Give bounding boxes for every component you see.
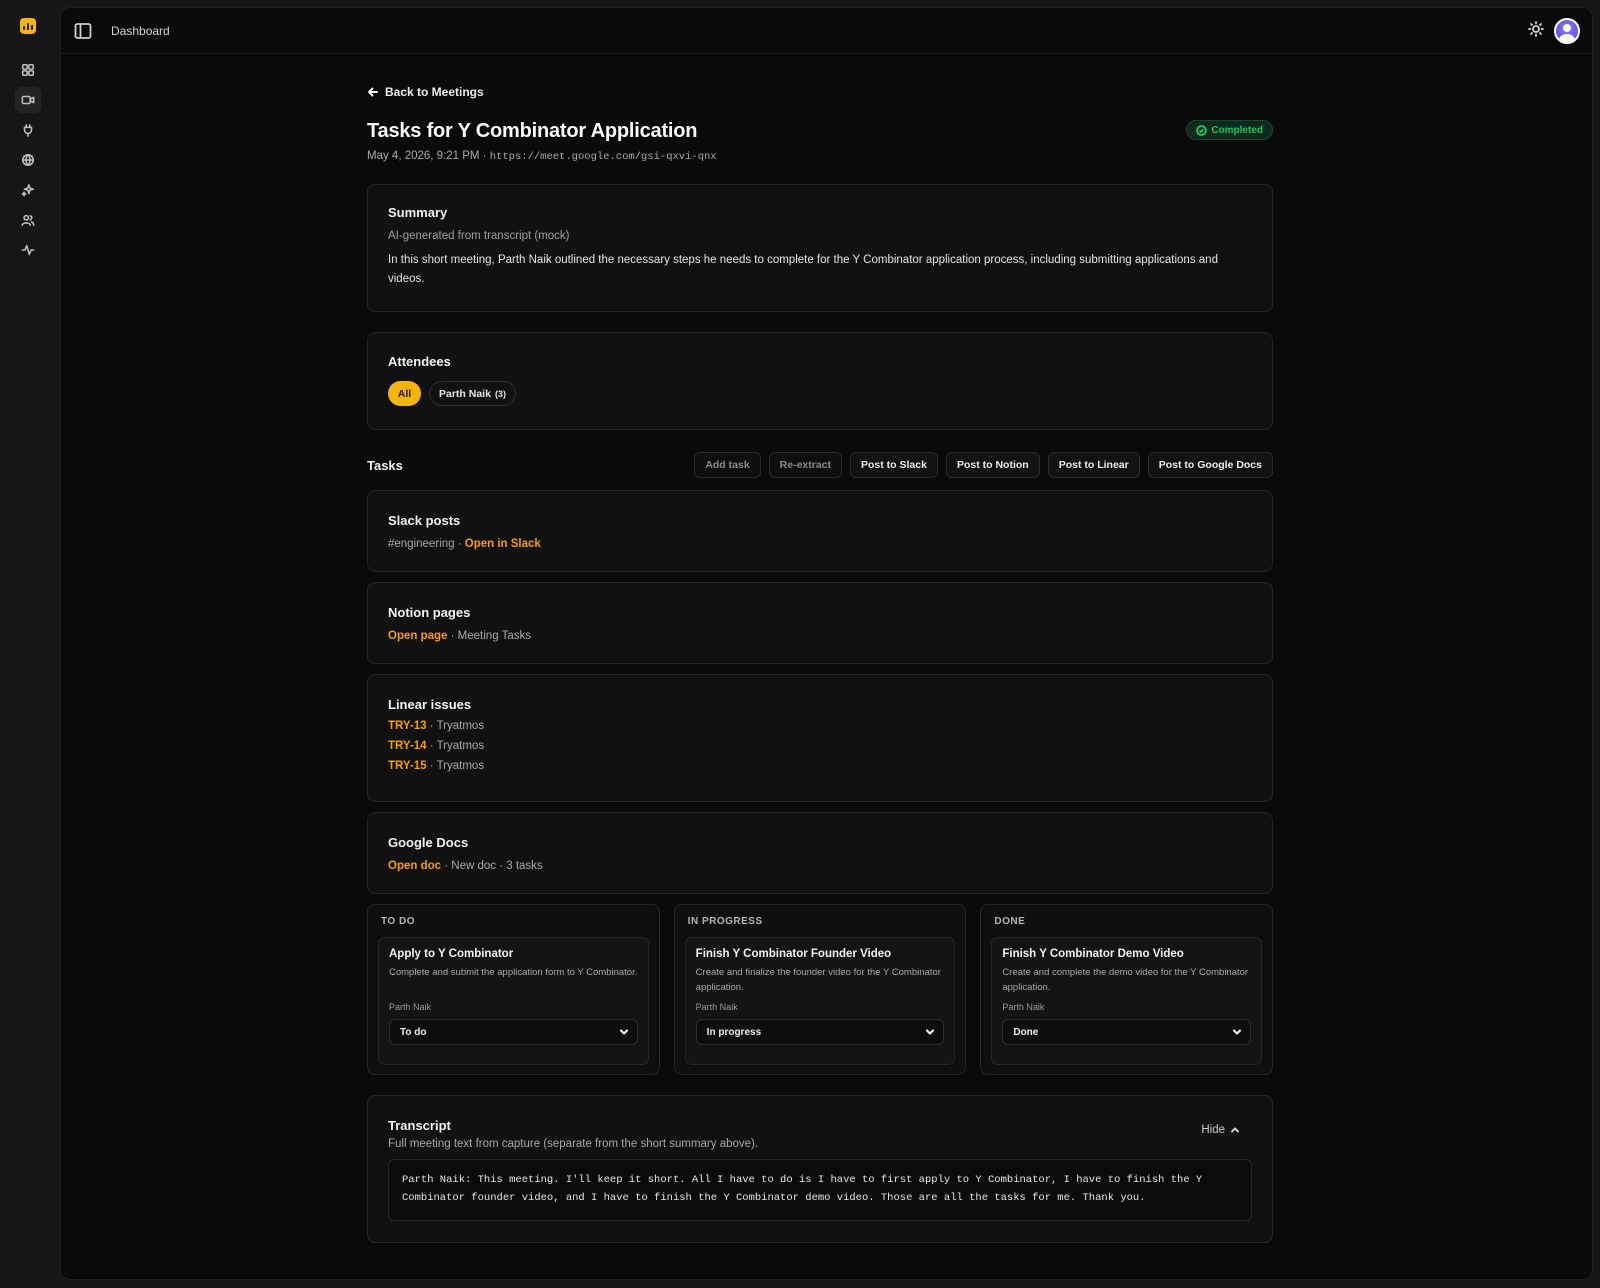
check-circle-icon (1196, 124, 1208, 136)
attendee-filter-all[interactable]: All (388, 381, 421, 406)
task-card[interactable]: Finish Y Combinator Founder Video Create… (684, 937, 956, 1065)
icon-rail (0, 0, 56, 1288)
app-logo-icon[interactable] (20, 18, 36, 34)
meeting-datetime: May 4, 2026, 9:21 PM (367, 150, 480, 162)
linear-issue-link[interactable]: TRY-14 (388, 740, 427, 752)
transcript-card: Transcript Full meeting text from captur… (367, 1095, 1273, 1243)
linear-issues-heading: Linear issues (388, 697, 472, 712)
post-to-notion-button[interactable]: Post to Notion (945, 452, 1040, 478)
plug-icon[interactable] (15, 117, 41, 143)
notion-pages-heading: Notion pages (388, 605, 471, 620)
task-card[interactable]: Finish Y Combinator Demo Video Create an… (991, 937, 1263, 1065)
post-to-google-docs-button[interactable]: Post to Google Docs (1147, 452, 1273, 478)
tasks-heading: Tasks (367, 458, 403, 473)
column-header: TO DO (381, 916, 415, 927)
linear-issue-link[interactable]: TRY-13 (388, 720, 427, 732)
post-to-slack-button[interactable]: Post to Slack (850, 452, 938, 478)
column-in-progress: IN PROGRESS Finish Y Combinator Founder … (673, 904, 967, 1075)
chevron-down-icon (926, 1029, 935, 1035)
chevron-up-icon (1231, 1127, 1239, 1133)
meta-separator: · (482, 150, 487, 162)
globe-icon[interactable] (15, 147, 41, 173)
hide-transcript-button[interactable]: Hide (1201, 1124, 1240, 1136)
attendees-card: Attendees All Parth Naik (3) (367, 332, 1273, 430)
summary-body: In this short meeting, Parth Naik outlin… (388, 254, 1218, 285)
column-header: IN PROGRESS (687, 916, 763, 927)
task-description: Create and finalize the founder video fo… (695, 967, 941, 993)
summary-heading: Summary (388, 205, 448, 220)
task-title: Finish Y Combinator Demo Video (1002, 948, 1184, 960)
task-status-select[interactable]: Done (1002, 1019, 1252, 1045)
meeting-meta: May 4, 2026, 9:21 PM · https://meet.goog… (367, 150, 1273, 163)
linear-issue-link[interactable]: TRY-15 (388, 760, 427, 772)
column-done: DONE Finish Y Combinator Demo Video Crea… (980, 904, 1274, 1075)
dashboard-grid-icon[interactable] (15, 57, 41, 83)
column-to-do: TO DO Apply to Y Combinator Complete and… (367, 904, 660, 1075)
notion-page-name: Meeting Tasks (457, 630, 531, 642)
meeting-content: Back to Meetings Tasks for Y Combinator … (367, 84, 1274, 1243)
transcript-heading: Transcript (388, 1118, 451, 1133)
sparkles-icon[interactable] (15, 177, 41, 203)
transcript-text: Parth Naik: This meeting. I'll keep it s… (388, 1159, 1252, 1221)
notion-pages-card: Notion pages Open page · Meeting Tasks (367, 582, 1273, 664)
linear-issue-row: TRY-13 · Tryatmos (388, 720, 485, 732)
slack-posts-card: Slack posts #engineering · Open in Slack (367, 490, 1273, 572)
open-in-slack-link[interactable]: Open in Slack (465, 538, 541, 550)
user-avatar[interactable] (1554, 18, 1580, 44)
task-title: Finish Y Combinator Founder Video (695, 948, 892, 960)
column-header: DONE (994, 916, 1026, 927)
back-to-meetings-link[interactable]: Back to Meetings (367, 84, 1273, 100)
chevron-down-icon (1232, 1029, 1242, 1035)
meeting-url[interactable]: https://meet.google.com/gsi-qxvi-qnx (490, 151, 717, 163)
sidebar-toggle-icon[interactable] (73, 21, 93, 41)
status-badge: Completed (1186, 120, 1273, 140)
google-docs-heading: Google Docs (388, 835, 469, 850)
task-owner: Parth Naik (389, 1002, 432, 1012)
main-panel: Dashboard Back to Meetings Tasks for Y C… (60, 7, 1593, 1280)
task-owner: Parth Naik (695, 1002, 738, 1012)
google-docs-card: Google Docs Open doc · New doc · 3 tasks (367, 812, 1273, 894)
users-icon[interactable] (15, 207, 41, 233)
theme-toggle-sun-icon[interactable] (1528, 20, 1544, 42)
task-status-select[interactable]: To do (389, 1019, 638, 1045)
attendee-filter-chip[interactable]: Parth Naik (3) (429, 381, 516, 406)
task-description: Create and complete the demo video for t… (1002, 967, 1249, 993)
slack-channel: #engineering (388, 538, 455, 550)
transcript-subtitle: Full meeting text from capture (separate… (388, 1138, 759, 1150)
task-board: TO DO Apply to Y Combinator Complete and… (367, 904, 1274, 1075)
attendees-heading: Attendees (388, 354, 451, 369)
linear-issue-row: TRY-15 · Tryatmos (388, 760, 485, 772)
task-status-select[interactable]: In progress (695, 1019, 945, 1045)
video-icon[interactable] (15, 87, 41, 113)
open-notion-page-link[interactable]: Open page (388, 630, 447, 642)
open-doc-link[interactable]: Open doc (388, 860, 441, 872)
arrow-left-icon (368, 87, 378, 97)
top-bar: Dashboard (61, 8, 1592, 54)
summary-card: Summary AI-generated from transcript (mo… (367, 184, 1273, 312)
add-task-button[interactable]: Add task (694, 452, 761, 478)
task-card[interactable]: Apply to Y Combinator Complete and submi… (378, 937, 649, 1065)
chevron-down-icon (619, 1029, 628, 1035)
re-extract-button[interactable]: Re-extract (768, 452, 843, 478)
task-title: Apply to Y Combinator (389, 948, 514, 960)
activity-icon[interactable] (15, 237, 41, 263)
task-description: Complete and submit the application form… (389, 967, 638, 978)
doc-info: New doc · 3 tasks (451, 860, 543, 872)
linear-issue-row: TRY-14 · Tryatmos (388, 740, 485, 752)
page-title: Tasks for Y Combinator Application (367, 120, 698, 142)
breadcrumb: Dashboard (111, 23, 170, 38)
post-to-linear-button[interactable]: Post to Linear (1047, 452, 1140, 478)
summary-subtitle: AI-generated from transcript (mock) (388, 230, 570, 242)
tasks-toolbar: Tasks Add task Re-extract Post to Slack … (367, 452, 1273, 480)
task-owner: Parth Naik (1002, 1002, 1045, 1012)
slack-posts-heading: Slack posts (388, 513, 461, 528)
linear-issues-card: Linear issues TRY-13 · Tryatmos TRY-14 ·… (367, 674, 1273, 802)
